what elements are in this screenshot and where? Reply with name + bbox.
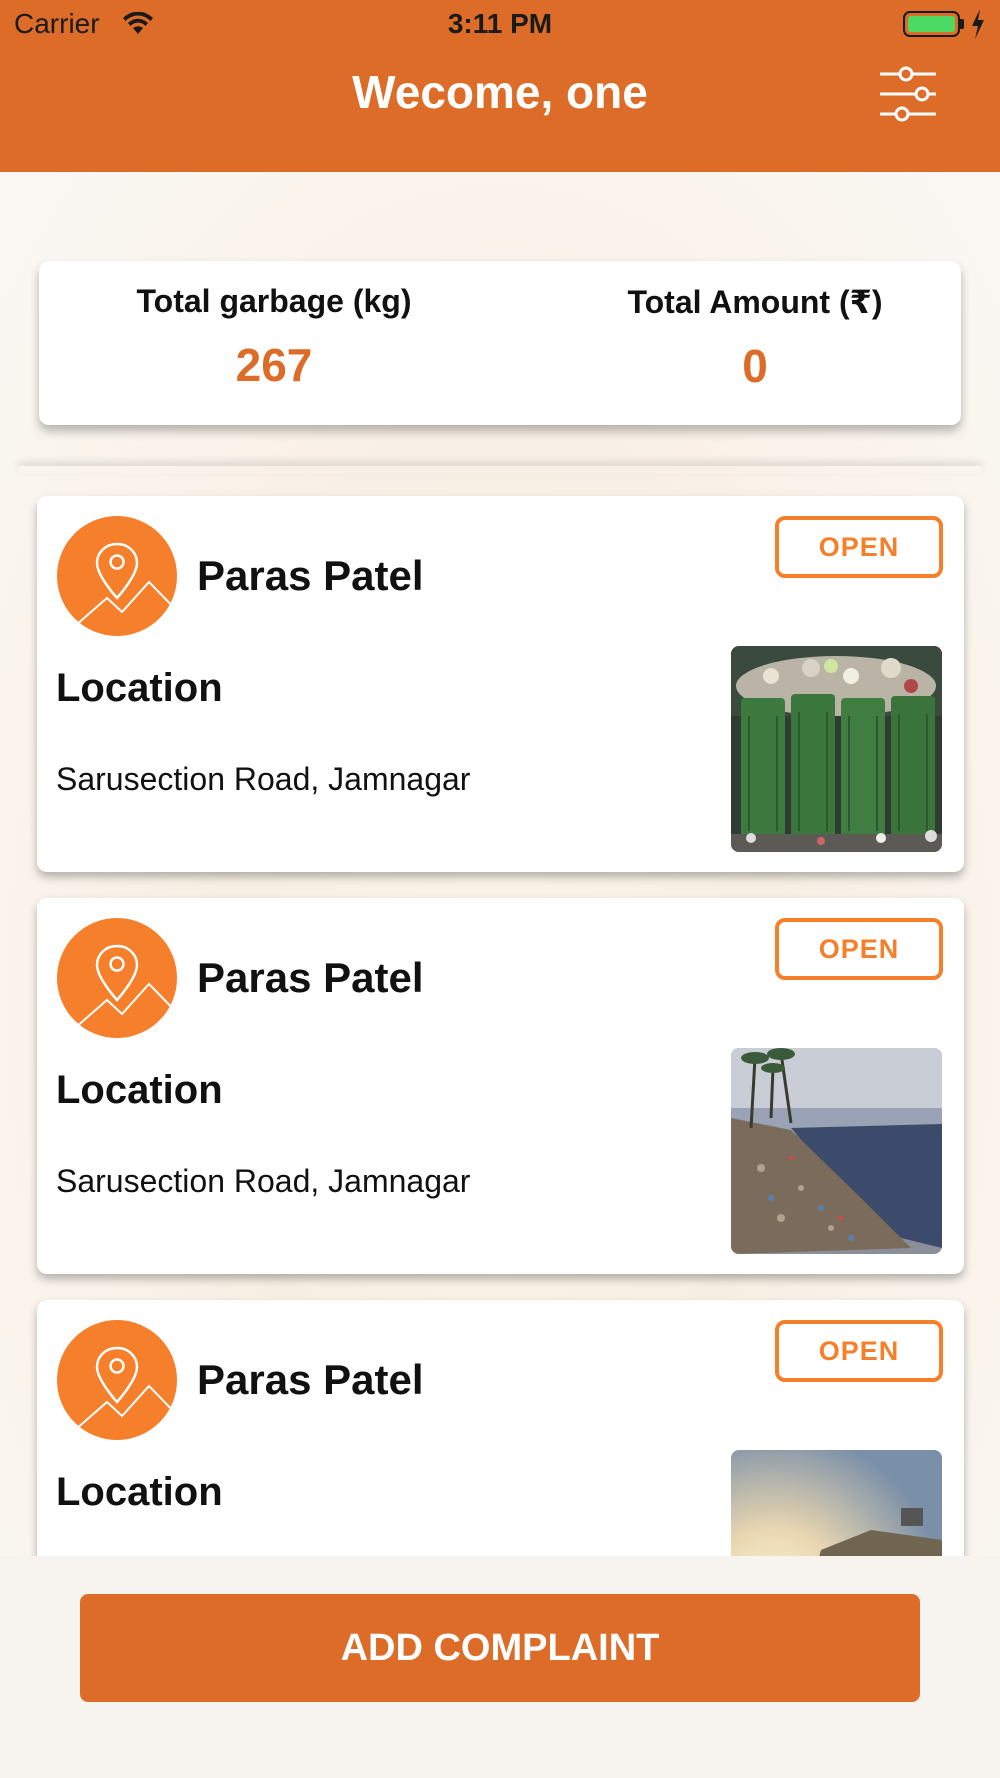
amount-summary: Total Amount (₹) 0 <box>499 283 1000 393</box>
sliders-icon <box>880 66 936 122</box>
status-badge[interactable]: OPEN <box>775 1320 943 1382</box>
list-divider <box>18 466 982 474</box>
complaint-card[interactable]: Paras Patel OPEN Location <box>37 1300 964 1556</box>
location-pin-icon <box>57 918 177 1038</box>
complaint-card[interactable]: Paras Patel OPEN Location Sarusection Ro… <box>37 496 964 872</box>
battery-icon <box>903 11 960 37</box>
app-header: Carrier 3:11 PM Wecome, one <box>0 0 1000 172</box>
location-address: Sarusection Road, Jamnagar <box>56 1163 471 1199</box>
amount-label: Total Amount (₹) <box>627 284 883 320</box>
page-title: Wecome, one <box>352 66 648 118</box>
garbage-label: Total garbage (kg) <box>136 283 412 319</box>
charging-icon <box>972 9 984 39</box>
status-time: 3:11 PM <box>447 8 553 39</box>
complainant-name: Paras Patel <box>197 954 424 1001</box>
complaint-photo[interactable] <box>731 646 942 852</box>
location-address: Sarusection Road, Jamnagar <box>56 761 471 797</box>
location-pin-icon <box>57 516 177 636</box>
status-bar: Carrier 3:11 PM <box>0 0 1000 50</box>
status-badge[interactable]: OPEN <box>775 918 943 980</box>
complaint-photo[interactable] <box>731 1048 942 1254</box>
location-title: Location <box>56 666 223 710</box>
complainant-name: Paras Patel <box>197 552 424 599</box>
amount-value: 0 <box>742 340 768 392</box>
bottom-bar: ADD COMPLAINT <box>0 1556 1000 1778</box>
location-title: Location <box>56 1068 223 1112</box>
status-badge[interactable]: OPEN <box>775 516 943 578</box>
complaint-card[interactable]: Paras Patel OPEN Location Sarusection Ro… <box>37 898 964 1274</box>
complainant-name: Paras Patel <box>197 1356 424 1403</box>
complaint-photo[interactable] <box>731 1450 942 1556</box>
location-title: Location <box>56 1470 223 1514</box>
garbage-summary: Total garbage (kg) 267 <box>39 283 509 392</box>
filter-button[interactable] <box>878 66 938 122</box>
complaint-list[interactable]: Paras Patel OPEN Location Sarusection Ro… <box>0 474 1000 1556</box>
battery-cap <box>960 19 964 29</box>
location-pin-icon <box>57 1320 177 1440</box>
garbage-value: 267 <box>235 339 313 391</box>
summary-card: Total garbage (kg) 267 Total Amount (₹) … <box>39 261 961 425</box>
add-complaint-button[interactable]: ADD COMPLAINT <box>80 1594 920 1702</box>
